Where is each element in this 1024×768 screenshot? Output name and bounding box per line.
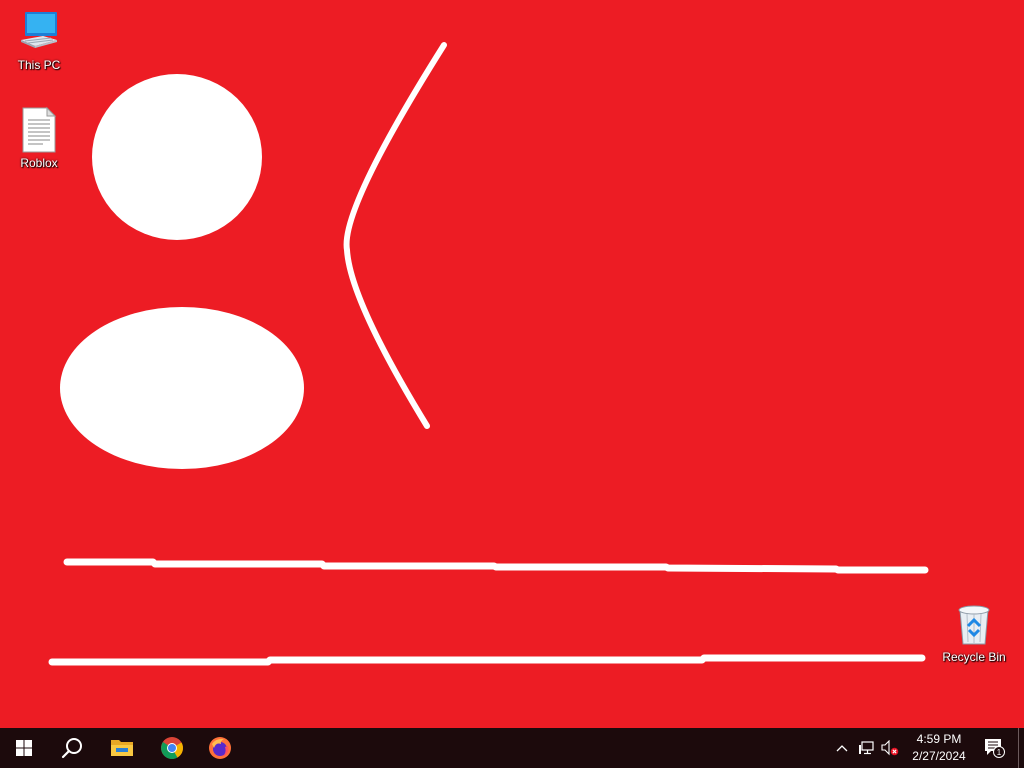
clock-time: 4:59 PM (916, 732, 962, 746)
system-tray: 4:59 PM 2/27/2024 1 (830, 728, 1024, 768)
clock[interactable]: 4:59 PM 2/27/2024 (906, 728, 972, 768)
recycle-bin-icon (958, 605, 990, 645)
desktop-icon-this-pc[interactable]: This PC (2, 8, 76, 72)
notification-count: 1 (997, 748, 1002, 757)
volume-button[interactable] (878, 728, 902, 768)
notification-icon: 1 (985, 739, 1005, 758)
show-hidden-icons-button[interactable] (830, 728, 854, 768)
firefox-icon (209, 737, 231, 759)
drawn-ellipse (60, 307, 304, 469)
show-desktop-button[interactable] (1018, 728, 1024, 768)
drawn-circle (92, 74, 262, 240)
taskbar: 4:59 PM 2/27/2024 1 (0, 728, 1024, 768)
chrome-button[interactable] (148, 728, 196, 768)
network-button[interactable] (854, 728, 878, 768)
action-center-button[interactable]: 1 (972, 728, 1018, 768)
desktop-icon-roblox[interactable]: Roblox (2, 106, 76, 170)
desktop-icon-recycle-bin[interactable]: Recycle Bin (937, 600, 1011, 664)
file-explorer-button[interactable] (98, 728, 146, 768)
this-pc-icon (21, 12, 57, 48)
search-icon (61, 738, 82, 759)
network-icon (859, 741, 874, 755)
desktop[interactable]: This PC Roblox Recycle Bin (0, 0, 1024, 728)
firefox-button[interactable] (196, 728, 244, 768)
desktop-icon-label: This PC (17, 58, 61, 72)
windows-logo-icon (16, 740, 32, 756)
folder-icon (111, 740, 133, 756)
search-button[interactable] (48, 728, 96, 768)
text-document-icon (22, 106, 57, 153)
volume-muted-icon (881, 740, 899, 756)
start-button[interactable] (0, 728, 48, 768)
chevron-up-icon (836, 745, 848, 752)
desktop-icon-label: Roblox (20, 156, 58, 170)
chrome-icon (161, 737, 183, 759)
desktop-icon-label: Recycle Bin (942, 650, 1006, 664)
clock-date: 2/27/2024 (912, 749, 966, 763)
wallpaper-drawing (0, 0, 1024, 728)
drawn-line-lower (48, 654, 926, 666)
